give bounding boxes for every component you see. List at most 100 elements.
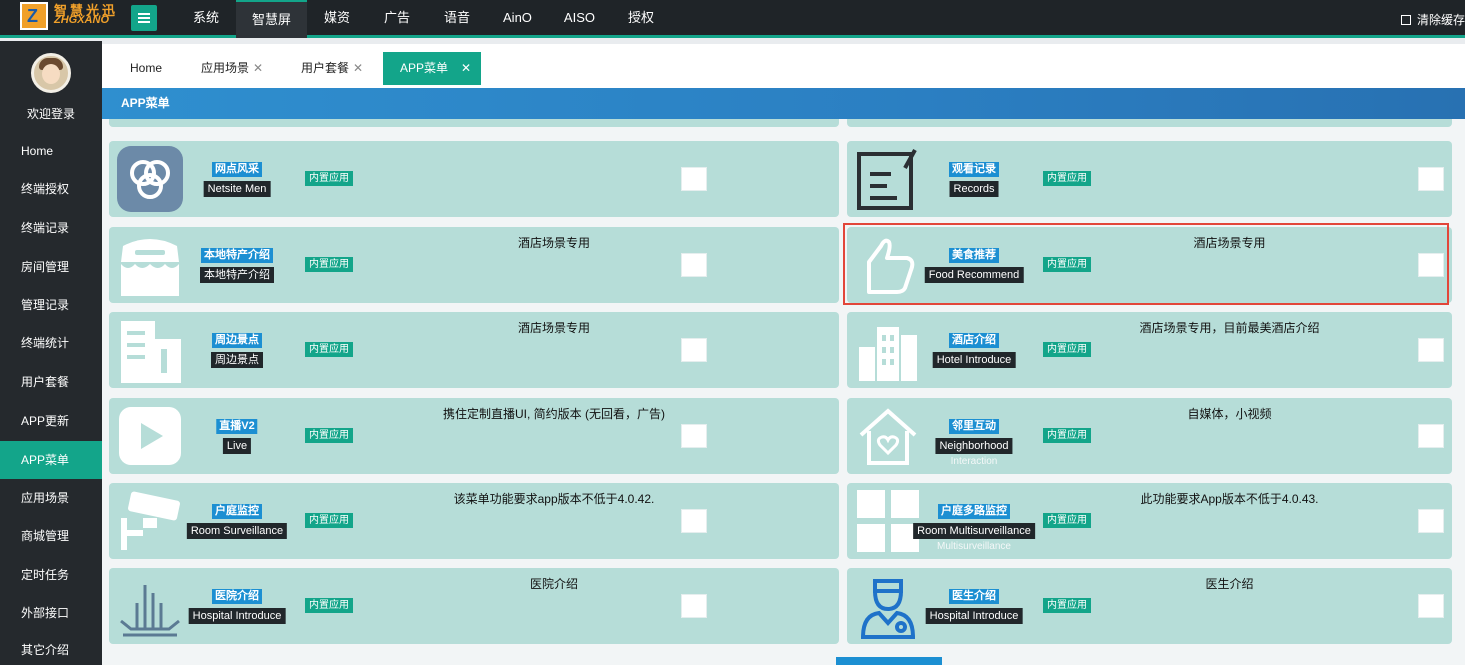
doctor-icon <box>855 573 921 639</box>
sidebar-item[interactable]: 商城管理 <box>0 517 102 555</box>
app-card[interactable]: 网点风采 Netsite Men 内置应用 <box>109 141 839 217</box>
app-card[interactable]: 户庭监控 Room Surveillance 内置应用 该菜单功能要求app版本… <box>109 483 839 559</box>
app-name-cn: 户庭监控 <box>212 504 262 519</box>
app-card[interactable]: 医院介绍 Hospital Introduce 内置应用 医院介绍 <box>109 568 839 644</box>
trash-icon <box>1400 15 1411 25</box>
app-name-en-extra: Multisurveillance <box>937 541 1011 552</box>
app-description: 携住定制直播UI, 简约版本 (无回看，广告) <box>443 407 665 421</box>
top-nav-item-active[interactable]: 智慧屏 <box>236 0 308 38</box>
sidebar-item[interactable]: 终端记录 <box>0 209 102 247</box>
hamburger-icon <box>138 13 150 15</box>
sidebar-item[interactable]: 终端统计 <box>0 324 102 362</box>
app-name-en: Records <box>949 181 999 197</box>
top-nav-item[interactable]: AinO <box>487 0 548 38</box>
tab-app-menu[interactable]: APP菜单 ✕ <box>383 52 481 85</box>
app-description: 酒店场景专用 <box>517 321 590 335</box>
app-card[interactable]: 邻里互动 Neighborhood Interaction 内置应用 自媒体，小… <box>847 398 1452 474</box>
camera-icon <box>117 488 183 554</box>
app-name-cn: 户庭多路监控 <box>938 504 1010 519</box>
select-checkbox[interactable] <box>681 167 707 191</box>
select-checkbox[interactable] <box>1418 509 1444 533</box>
app-description: 医院介绍 <box>529 577 578 591</box>
close-icon[interactable]: ✕ <box>461 52 471 85</box>
app-card[interactable]: 医生介绍 Hospital Introduce 内置应用 医生介绍 <box>847 568 1452 644</box>
select-checkbox[interactable] <box>681 338 707 362</box>
grid-icon <box>855 488 921 554</box>
app-name-cn: 直播V2 <box>216 419 258 434</box>
logo-letter: Z <box>27 6 38 26</box>
sidebar-item[interactable]: 外部接口 <box>0 594 102 632</box>
app-description: 酒店场景专用 <box>517 236 590 250</box>
submit-button[interactable] <box>836 657 942 665</box>
menu-toggle-button[interactable] <box>131 5 157 31</box>
avatar-face <box>42 64 60 84</box>
sidebar-item[interactable]: 管理记录 <box>0 286 102 324</box>
select-checkbox[interactable] <box>1418 424 1444 448</box>
app-name-en: Neighborhood <box>935 438 1013 454</box>
app-name-en: Room Multisurveillance <box>913 523 1035 539</box>
hamburger-icon <box>138 21 150 23</box>
app-name-en: 本地特产介绍 <box>200 267 274 283</box>
sidebar-item[interactable]: 房间管理 <box>0 248 102 286</box>
logo: Z 智慧光迅 ZHGXANO <box>20 2 125 32</box>
app-name-en: 周边景点 <box>211 352 263 368</box>
builtin-badge: 内置应用 <box>1043 428 1091 443</box>
store-icon <box>117 232 183 298</box>
close-icon[interactable]: ✕ <box>353 52 363 85</box>
top-nav-item[interactable]: 语音 <box>427 0 487 38</box>
clear-cache-label: 清除缓存 <box>1416 13 1465 27</box>
app-card[interactable]: 周边景点 周边景点 内置应用 酒店场景专用 <box>109 312 839 388</box>
select-checkbox[interactable] <box>681 253 707 277</box>
hotel-icon <box>855 317 921 383</box>
sidebar-item-active[interactable]: APP菜单 <box>0 441 102 479</box>
top-nav-item[interactable]: 媒资 <box>307 0 367 38</box>
panel-title: APP菜单 <box>102 88 1465 119</box>
select-checkbox[interactable] <box>1418 167 1444 191</box>
app-name-en: Hospital Introduce <box>925 608 1023 624</box>
app-name-en: Live <box>222 438 252 454</box>
app-name-cn: 本地特产介绍 <box>201 248 273 263</box>
builtin-badge: 内置应用 <box>1043 342 1091 357</box>
tab-scene[interactable]: 应用场景 ✕ <box>173 52 273 85</box>
app-name-cn: 邻里互动 <box>949 419 999 434</box>
sidebar-item[interactable]: Home <box>0 132 102 170</box>
netsite-icon <box>117 146 183 212</box>
top-nav-item[interactable]: 系统 <box>176 0 236 38</box>
app-card[interactable]: 本地特产介绍 本地特产介绍 内置应用 酒店场景专用 <box>109 227 839 303</box>
app-card[interactable]: 观看记录 Records 内置应用 <box>847 141 1452 217</box>
select-checkbox[interactable] <box>681 424 707 448</box>
app-card[interactable]: 户庭多路监控 Room Multisurveillance Multisurve… <box>847 483 1452 559</box>
sidebar-item[interactable]: 终端授权 <box>0 170 102 208</box>
top-nav-item[interactable]: 广告 <box>367 0 427 38</box>
sidebar-item[interactable]: 其它介绍 <box>0 631 102 665</box>
select-checkbox[interactable] <box>681 509 707 533</box>
app-name-cn: 医院介绍 <box>212 589 262 604</box>
app-name-cn: 观看记录 <box>949 162 999 177</box>
select-checkbox[interactable] <box>681 594 707 618</box>
sidebar-item[interactable]: 应用场景 <box>0 479 102 517</box>
sidebar-item[interactable]: 定时任务 <box>0 556 102 594</box>
builtin-badge: 内置应用 <box>305 171 353 186</box>
avatar[interactable] <box>31 53 71 93</box>
select-checkbox[interactable] <box>1418 338 1444 362</box>
builtin-badge: 内置应用 <box>305 257 353 272</box>
records-icon <box>855 146 921 212</box>
clear-cache-button[interactable]: 清除缓存 <box>1400 11 1465 28</box>
app-card[interactable]: 直播V2 Live 内置应用 携住定制直播UI, 简约版本 (无回看，广告) <box>109 398 839 474</box>
hamburger-icon <box>138 17 150 19</box>
app-card[interactable]: 酒店介绍 Hotel Introduce 内置应用 酒店场景专用，目前最美酒店介… <box>847 312 1452 388</box>
top-nav-item[interactable]: AISO <box>548 0 611 38</box>
sidebar-item[interactable]: 用户套餐 <box>0 363 102 401</box>
tab-bar: Home 应用场景 ✕ 用户套餐 ✕ APP菜单 ✕ <box>102 44 1465 88</box>
house-heart-icon <box>855 403 921 469</box>
tab-label: APP菜单 <box>400 61 449 75</box>
sidebar: 欢迎登录 Home 终端授权 终端记录 房间管理 管理记录 终端统计 用户套餐 … <box>0 41 102 665</box>
close-icon[interactable]: ✕ <box>253 52 263 85</box>
select-checkbox[interactable] <box>1418 594 1444 618</box>
tab-home[interactable]: Home <box>102 52 182 85</box>
logo-mark: Z <box>20 2 48 30</box>
builtin-badge: 内置应用 <box>1043 598 1091 613</box>
top-nav-item[interactable]: 授权 <box>611 0 671 38</box>
tab-package[interactable]: 用户套餐 ✕ <box>273 52 373 85</box>
sidebar-item[interactable]: APP更新 <box>0 402 102 440</box>
